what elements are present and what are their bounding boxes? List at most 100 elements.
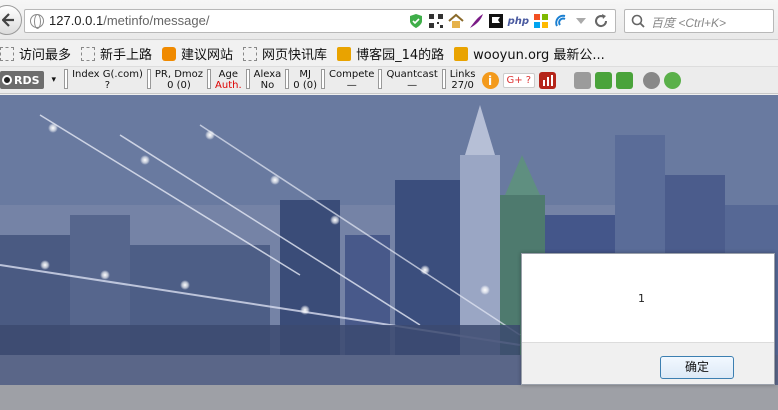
metric-quantcast[interactable]: Quantcast — xyxy=(378,69,438,91)
metric-separator xyxy=(378,69,383,89)
svg-text:i: i xyxy=(488,74,492,88)
home-icon[interactable] xyxy=(595,71,613,89)
bookmark-getting-started[interactable]: 新手上路 xyxy=(81,44,152,63)
metric-value: — xyxy=(346,80,357,91)
light-sparkle xyxy=(180,280,190,290)
dashed-folder-icon xyxy=(81,46,96,61)
rss-icon xyxy=(454,46,469,61)
dashed-folder-icon xyxy=(243,46,258,61)
metric-value: No xyxy=(260,80,275,91)
seo-toolbar: RDS ▾ Index G(.com)? PR, Dmoz 0 (0) Age Au… xyxy=(0,67,778,94)
metric-pr-dmoz[interactable]: PR, Dmoz 0 (0) xyxy=(146,69,203,91)
bar-chart-icon[interactable] xyxy=(539,71,557,89)
gplus-button[interactable]: G+ ? xyxy=(502,72,536,88)
bookmark-cnblogs[interactable]: 博客园_14的路 xyxy=(337,44,444,63)
bookmark-suggested-sites[interactable]: 建议网站 xyxy=(162,44,233,63)
metric-label: Index G(.com) xyxy=(72,69,143,80)
metric-separator xyxy=(441,69,446,89)
address-url[interactable]: 127.0.0.1/metinfo/message/ xyxy=(49,13,209,28)
light-sparkle xyxy=(300,305,310,315)
shield-icon[interactable] xyxy=(408,13,424,29)
url-path: /metinfo/message/ xyxy=(103,13,210,28)
flag-icon[interactable] xyxy=(488,13,504,29)
light-sparkle xyxy=(140,155,150,165)
metric-value: 0 (0) xyxy=(167,80,191,91)
dashed-folder-icon xyxy=(0,46,14,61)
metric-label: MJ xyxy=(299,69,311,80)
metric-mj[interactable]: MJ 0 (0) xyxy=(285,69,317,91)
metric-alexa[interactable]: Alexa No xyxy=(245,69,282,91)
light-sparkle xyxy=(40,260,50,270)
alert-footer: 确定 xyxy=(522,342,774,384)
recycle-icon[interactable] xyxy=(664,71,682,89)
metric-separator xyxy=(285,69,290,89)
metric-index[interactable]: Index G(.com)? xyxy=(64,69,143,91)
page-bottom-strip xyxy=(0,385,778,410)
metric-age[interactable]: Age Auth. xyxy=(207,69,242,91)
dropdown-arrow-icon[interactable] xyxy=(573,13,589,29)
navigation-bar: 127.0.0.1/metinfo/message/ php 百度 <Ctrl+… xyxy=(0,0,778,40)
light-sparkle xyxy=(330,215,340,225)
globe-icon xyxy=(30,14,44,29)
metric-value: 27/0 xyxy=(451,80,474,91)
metric-label: Quantcast xyxy=(386,69,438,80)
address-bar[interactable]: 127.0.0.1/metinfo/message/ php xyxy=(24,9,616,33)
search-icon xyxy=(631,14,645,28)
bookmark-most-visited[interactable]: 访问最多 xyxy=(0,44,71,63)
search-bar[interactable]: 百度 <Ctrl+K> xyxy=(624,9,774,33)
bulb-icon xyxy=(162,46,177,61)
address-bar-icons: php xyxy=(408,13,609,29)
metric-separator xyxy=(321,69,326,89)
php-icon[interactable]: php xyxy=(508,16,529,27)
back-arrow-icon xyxy=(2,13,14,27)
bookmark-label: 新手上路 xyxy=(100,48,153,63)
light-sparkle xyxy=(480,285,490,295)
rds-icon xyxy=(2,75,12,85)
bookmark-label: 博客园_14的路 xyxy=(356,48,445,63)
bookmarks-bar: 访问最多 新手上路 建议网站 网页快讯库 博客园_14的路 wooyun.org… xyxy=(0,41,778,67)
gear-icon[interactable] xyxy=(643,71,661,89)
metric-links[interactable]: Links 27/0 xyxy=(441,69,476,91)
feather-icon[interactable] xyxy=(468,13,484,29)
metric-label: Links xyxy=(449,69,476,80)
code-icon[interactable] xyxy=(616,71,634,89)
alert-message-area: 1 xyxy=(522,254,774,342)
bookmark-label: wooyun.org 最新公... xyxy=(473,48,605,63)
bookmark-label: 访问最多 xyxy=(19,48,72,63)
metric-value: 0 (0) xyxy=(293,80,318,91)
light-sparkle xyxy=(205,130,215,140)
qr-code-icon[interactable] xyxy=(428,13,444,29)
light-sparkle xyxy=(48,123,58,133)
metric-value: ? xyxy=(104,80,111,91)
info-icon[interactable]: i xyxy=(481,71,499,89)
rss-icon xyxy=(337,46,352,61)
metric-value: Auth. xyxy=(215,80,242,91)
bookmark-wooyun[interactable]: wooyun.org 最新公... xyxy=(454,44,605,63)
bookmark-web-slices[interactable]: 网页快讯库 xyxy=(243,44,327,63)
alert-message: 1 xyxy=(638,292,645,305)
metric-separator xyxy=(245,69,250,89)
reload-icon[interactable] xyxy=(593,13,609,29)
search-placeholder: 百度 <Ctrl+K> xyxy=(651,16,727,30)
wifi-icon[interactable] xyxy=(553,13,569,29)
windows-icon[interactable] xyxy=(533,13,549,29)
light-sparkle xyxy=(420,265,430,275)
metric-separator xyxy=(64,69,69,89)
metric-label: Age xyxy=(218,69,238,80)
ok-button[interactable]: 确定 xyxy=(660,356,734,379)
metric-separator xyxy=(207,69,212,89)
rss-icon[interactable] xyxy=(574,71,592,89)
bookmark-label: 网页快讯库 xyxy=(262,48,328,63)
light-sparkle xyxy=(270,175,280,185)
light-sparkle xyxy=(100,270,110,280)
rds-dropdown[interactable]: ▾ xyxy=(52,75,57,85)
metric-compete[interactable]: Compete — xyxy=(321,69,374,91)
rds-button[interactable]: RDS xyxy=(0,71,44,89)
url-host: 127.0.0.1 xyxy=(49,13,104,28)
home-icon[interactable] xyxy=(447,13,464,29)
back-button[interactable] xyxy=(0,5,22,35)
rds-label: RDS xyxy=(14,73,40,87)
bookmark-label: 建议网站 xyxy=(181,48,234,63)
metric-label: Alexa xyxy=(253,69,282,80)
metric-value: — xyxy=(407,80,418,91)
